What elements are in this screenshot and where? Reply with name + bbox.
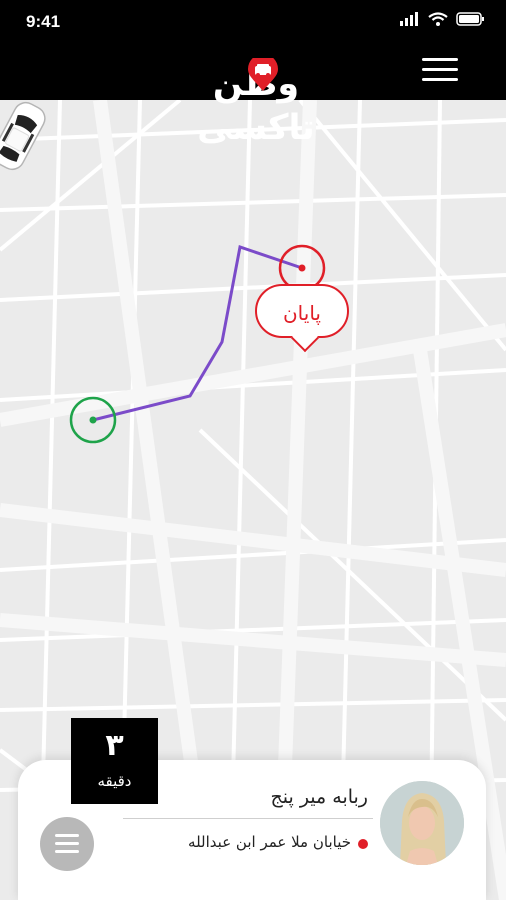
- status-icons: [400, 12, 486, 26]
- eta-value: ۳: [105, 728, 124, 763]
- end-label: پایان: [255, 284, 349, 338]
- status-time: 9:41: [26, 12, 61, 31]
- signal-icon: [400, 12, 418, 26]
- wifi-icon: [428, 12, 448, 26]
- app-logo: وطن تاکسی: [168, 58, 344, 148]
- menu-button[interactable]: [422, 58, 458, 86]
- battery-icon: [456, 12, 484, 26]
- menu-icon-bar: [55, 842, 79, 845]
- end-marker-dot: [298, 264, 306, 272]
- menu-icon-bar: [422, 68, 458, 71]
- eta-unit: دقیقه: [97, 772, 132, 790]
- driver-name: ربابه میر پنج: [270, 786, 369, 808]
- address-dot: [358, 839, 368, 849]
- driver-avatar: [380, 781, 464, 865]
- menu-icon-bar: [55, 850, 79, 853]
- driver-address: خیابان ملا عمر ابن عبدالله: [188, 833, 351, 851]
- menu-icon-bar: [422, 78, 458, 81]
- menu-icon-bar: [55, 834, 79, 837]
- start-marker-dot: [89, 416, 97, 424]
- menu-icon-bar: [422, 58, 458, 61]
- divider: [123, 818, 373, 819]
- car-pin-icon: [248, 58, 278, 91]
- eta-box: ۳ دقیقه: [71, 718, 158, 804]
- status-bar: 9:41: [0, 0, 506, 44]
- header: وطن تاکسی: [0, 44, 506, 148]
- options-button[interactable]: [40, 817, 94, 871]
